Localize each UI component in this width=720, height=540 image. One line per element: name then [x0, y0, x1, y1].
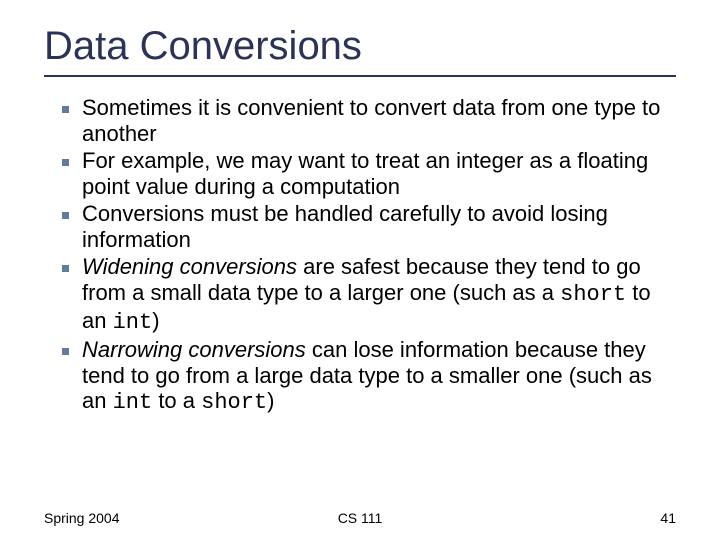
bullet-marker [48, 95, 82, 113]
bullet-text: Sometimes it is convenient to convert da… [82, 95, 676, 147]
bullet-list: Sometimes it is convenient to convert da… [44, 95, 676, 416]
square-icon [62, 159, 69, 166]
bullet-text: Narrowing conversions can lose informati… [82, 337, 676, 417]
bullet-text: For example, we may want to treat an int… [82, 148, 676, 200]
bullet-item: Sometimes it is convenient to convert da… [48, 95, 676, 147]
square-icon [62, 348, 69, 355]
bullet-marker [48, 254, 82, 272]
bullet-marker [48, 201, 82, 219]
square-icon [62, 265, 69, 272]
bullet-item: Narrowing conversions can lose informati… [48, 337, 676, 417]
footer: Spring 2004 CS 111 41 [0, 510, 720, 526]
bullet-item: For example, we may want to treat an int… [48, 148, 676, 200]
slide: Data Conversions Sometimes it is conveni… [0, 0, 720, 540]
square-icon [62, 106, 69, 113]
bullet-text: Widening conversions are safest because … [82, 254, 676, 336]
square-icon [62, 212, 69, 219]
bullet-text: Conversions must be handled carefully to… [82, 201, 676, 253]
title-rule [44, 75, 676, 77]
footer-center: CS 111 [0, 510, 720, 526]
bullet-marker [48, 148, 82, 166]
bullet-item: Widening conversions are safest because … [48, 254, 676, 336]
slide-title: Data Conversions [44, 24, 676, 69]
bullet-item: Conversions must be handled carefully to… [48, 201, 676, 253]
bullet-marker [48, 337, 82, 355]
